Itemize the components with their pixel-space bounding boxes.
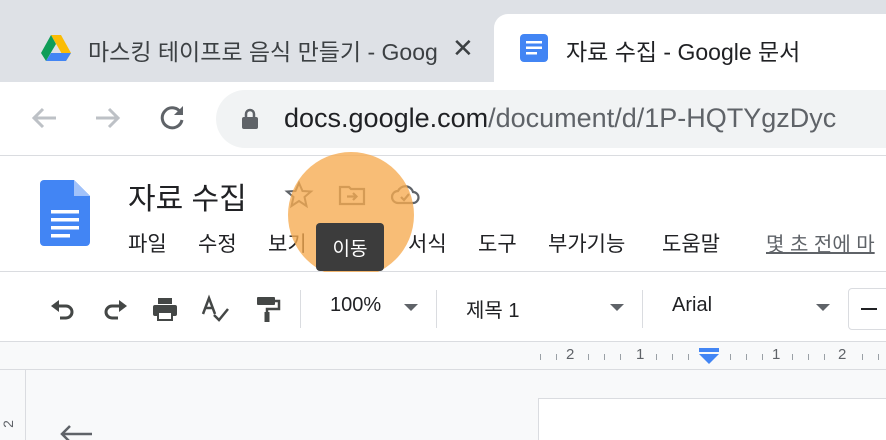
ruler-tick xyxy=(656,354,657,360)
browser-tab-strip: 마스킹 테이프로 음식 만들기 - Goog ✕ 자료 수집 - Google … xyxy=(0,0,886,82)
indent-marker-icon[interactable] xyxy=(698,348,720,364)
toolbar-divider xyxy=(300,290,301,328)
address-bar[interactable]: docs.google.com/document/d/1P-HQTYgzDyc xyxy=(216,90,886,148)
ruler-tick xyxy=(730,354,731,360)
tab-masking-tape[interactable]: 마스킹 테이프로 음식 만들기 - Goog ✕ xyxy=(0,14,494,82)
google-docs-icon xyxy=(520,34,548,62)
arrow-right-icon xyxy=(96,107,121,129)
spellcheck-icon[interactable] xyxy=(200,294,230,324)
ruler-tick xyxy=(808,354,809,360)
ruler-tick xyxy=(688,354,689,360)
toolbar-divider xyxy=(436,290,437,328)
ruler-label: 2 xyxy=(838,346,847,363)
reload-button[interactable] xyxy=(154,100,190,136)
document-page[interactable] xyxy=(538,398,886,440)
ruler-tick xyxy=(620,354,621,360)
browser-toolbar: docs.google.com/document/d/1P-HQTYgzDyc xyxy=(0,82,886,156)
forward-button[interactable] xyxy=(90,100,126,136)
reload-icon xyxy=(160,106,184,130)
menu-file[interactable]: 파일 xyxy=(128,228,167,258)
arrow-left-icon xyxy=(31,107,56,129)
ruler-label: 2 xyxy=(566,346,575,363)
formatting-toolbar: 100% 제목 1 Arial xyxy=(0,272,886,342)
tab-data-collection[interactable]: 자료 수집 - Google 문서 xyxy=(494,14,886,82)
print-icon[interactable] xyxy=(150,294,180,324)
menu-tools[interactable]: 도구 xyxy=(478,228,517,258)
chevron-down-icon[interactable] xyxy=(610,304,624,311)
ruler-label: 1 xyxy=(636,346,645,363)
tab-title: 마스킹 테이프로 음식 만들기 - Goog xyxy=(88,39,438,65)
menu-help[interactable]: 도움말 xyxy=(662,228,720,258)
ruler-label: 1 xyxy=(772,346,781,363)
last-edit-link[interactable]: 몇 초 전에 마 xyxy=(766,228,875,257)
ruler-tick xyxy=(540,354,541,360)
redo-icon[interactable] xyxy=(100,294,130,324)
ruler-tick xyxy=(862,354,863,360)
decrease-font-button[interactable] xyxy=(848,288,886,330)
ruler-tick xyxy=(672,354,673,360)
ruler-tick xyxy=(588,354,589,360)
ruler-tick xyxy=(824,354,825,360)
zoom-select[interactable]: 100% xyxy=(330,294,381,317)
menu-format[interactable]: 서식 xyxy=(408,228,447,258)
url-text: docs.google.com/document/d/1P-HQTYgzDyc xyxy=(284,103,836,134)
ruler-tick xyxy=(556,354,557,360)
ruler-label: 2 xyxy=(0,420,16,428)
horizontal-ruler[interactable]: 2 1 1 2 xyxy=(0,342,886,370)
tab-title: 자료 수집 - Google 문서 xyxy=(566,39,801,65)
ruler-tick xyxy=(792,354,793,360)
docs-header: 자료 수집 파일 수정 보기 삽입 서식 도구 부가기능 도움말 몇 초 전에 … xyxy=(0,156,886,272)
menu-edit[interactable]: 수정 xyxy=(198,228,237,258)
toolbar-divider xyxy=(642,290,643,328)
back-button[interactable] xyxy=(26,100,62,136)
chevron-down-icon[interactable] xyxy=(404,304,418,311)
url-path: /document/d/1P-HQTYgzDyc xyxy=(488,103,837,133)
undo-icon[interactable] xyxy=(48,294,78,324)
close-icon[interactable]: ✕ xyxy=(452,33,474,63)
ruler-tick xyxy=(762,354,763,360)
url-host: docs.google.com xyxy=(284,103,489,133)
minus-icon xyxy=(861,308,877,310)
lock-icon xyxy=(242,108,258,129)
menu-addons[interactable]: 부가기능 xyxy=(548,228,625,258)
document-canvas: 2 xyxy=(0,370,886,440)
paint-format-icon[interactable] xyxy=(252,294,282,324)
outline-back-arrow-icon[interactable] xyxy=(58,422,94,440)
document-title[interactable]: 자료 수집 xyxy=(128,174,247,218)
ruler-tick xyxy=(878,354,879,360)
chevron-down-icon[interactable] xyxy=(816,304,830,311)
move-tooltip: 이동 xyxy=(316,223,384,271)
docs-logo-icon[interactable] xyxy=(40,180,90,246)
screen: 마스킹 테이프로 음식 만들기 - Goog ✕ 자료 수집 - Google … xyxy=(0,0,886,440)
google-drive-icon xyxy=(41,35,71,61)
font-select[interactable]: Arial xyxy=(672,294,712,317)
ruler-tick xyxy=(746,354,747,360)
ruler-tick xyxy=(604,354,605,360)
style-select[interactable]: 제목 1 xyxy=(466,294,519,323)
vertical-ruler[interactable]: 2 xyxy=(0,370,26,440)
